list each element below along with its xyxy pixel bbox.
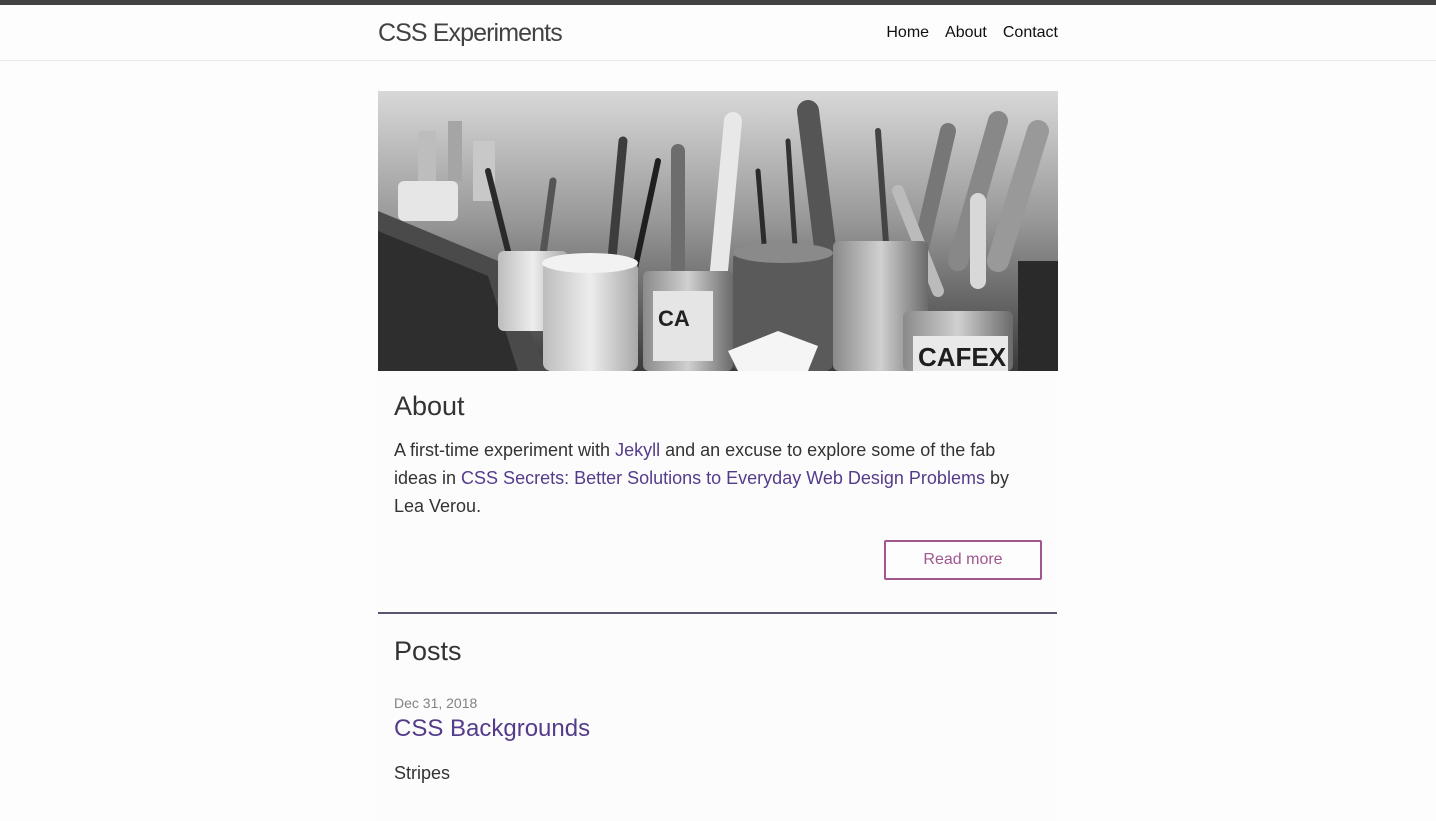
nav-home-link[interactable]: Home (886, 24, 929, 42)
site-header: CSS Experiments Home About Contact (0, 5, 1436, 61)
nav-about-link[interactable]: About (945, 24, 987, 42)
svg-text:CA: CA (658, 306, 690, 331)
hero-image: CA CAFEX (378, 91, 1058, 371)
svg-text:CAFEX: CAFEX (918, 342, 1007, 371)
posts-section: Posts Dec 31, 2018 CSS Backgrounds Strip… (378, 614, 1058, 821)
posts-heading: Posts (394, 636, 462, 666)
css-secrets-link[interactable]: CSS Secrets: Better Solutions to Everyda… (461, 468, 985, 488)
main-content: CA CAFEX About A first-time experiment w… (378, 91, 1058, 821)
about-text-1: A first-time experiment with (394, 440, 616, 460)
post-date: Dec 31, 2018 (394, 695, 478, 711)
nav-contact-link[interactable]: Contact (1003, 24, 1058, 42)
post-excerpt: Stripes (394, 763, 451, 783)
about-card: CA CAFEX About A first-time experiment w… (378, 91, 1058, 612)
post-title-link[interactable]: CSS Backgrounds (394, 715, 590, 743)
read-more-row: Read more (394, 540, 1042, 580)
post-list-item: Dec 31, 2018 CSS Backgrounds Stripes (394, 695, 1042, 784)
site-nav: Home About Contact (886, 24, 1058, 42)
about-heading: About (394, 391, 465, 421)
site-title-link[interactable]: CSS Experiments (378, 19, 563, 48)
read-more-button[interactable]: Read more (884, 540, 1042, 580)
about-section: About A first-time experiment with Jekyl… (378, 371, 1058, 612)
about-description: A first-time experiment with Jekyll and … (394, 436, 1042, 520)
jekyll-link[interactable]: Jekyll (615, 440, 660, 460)
